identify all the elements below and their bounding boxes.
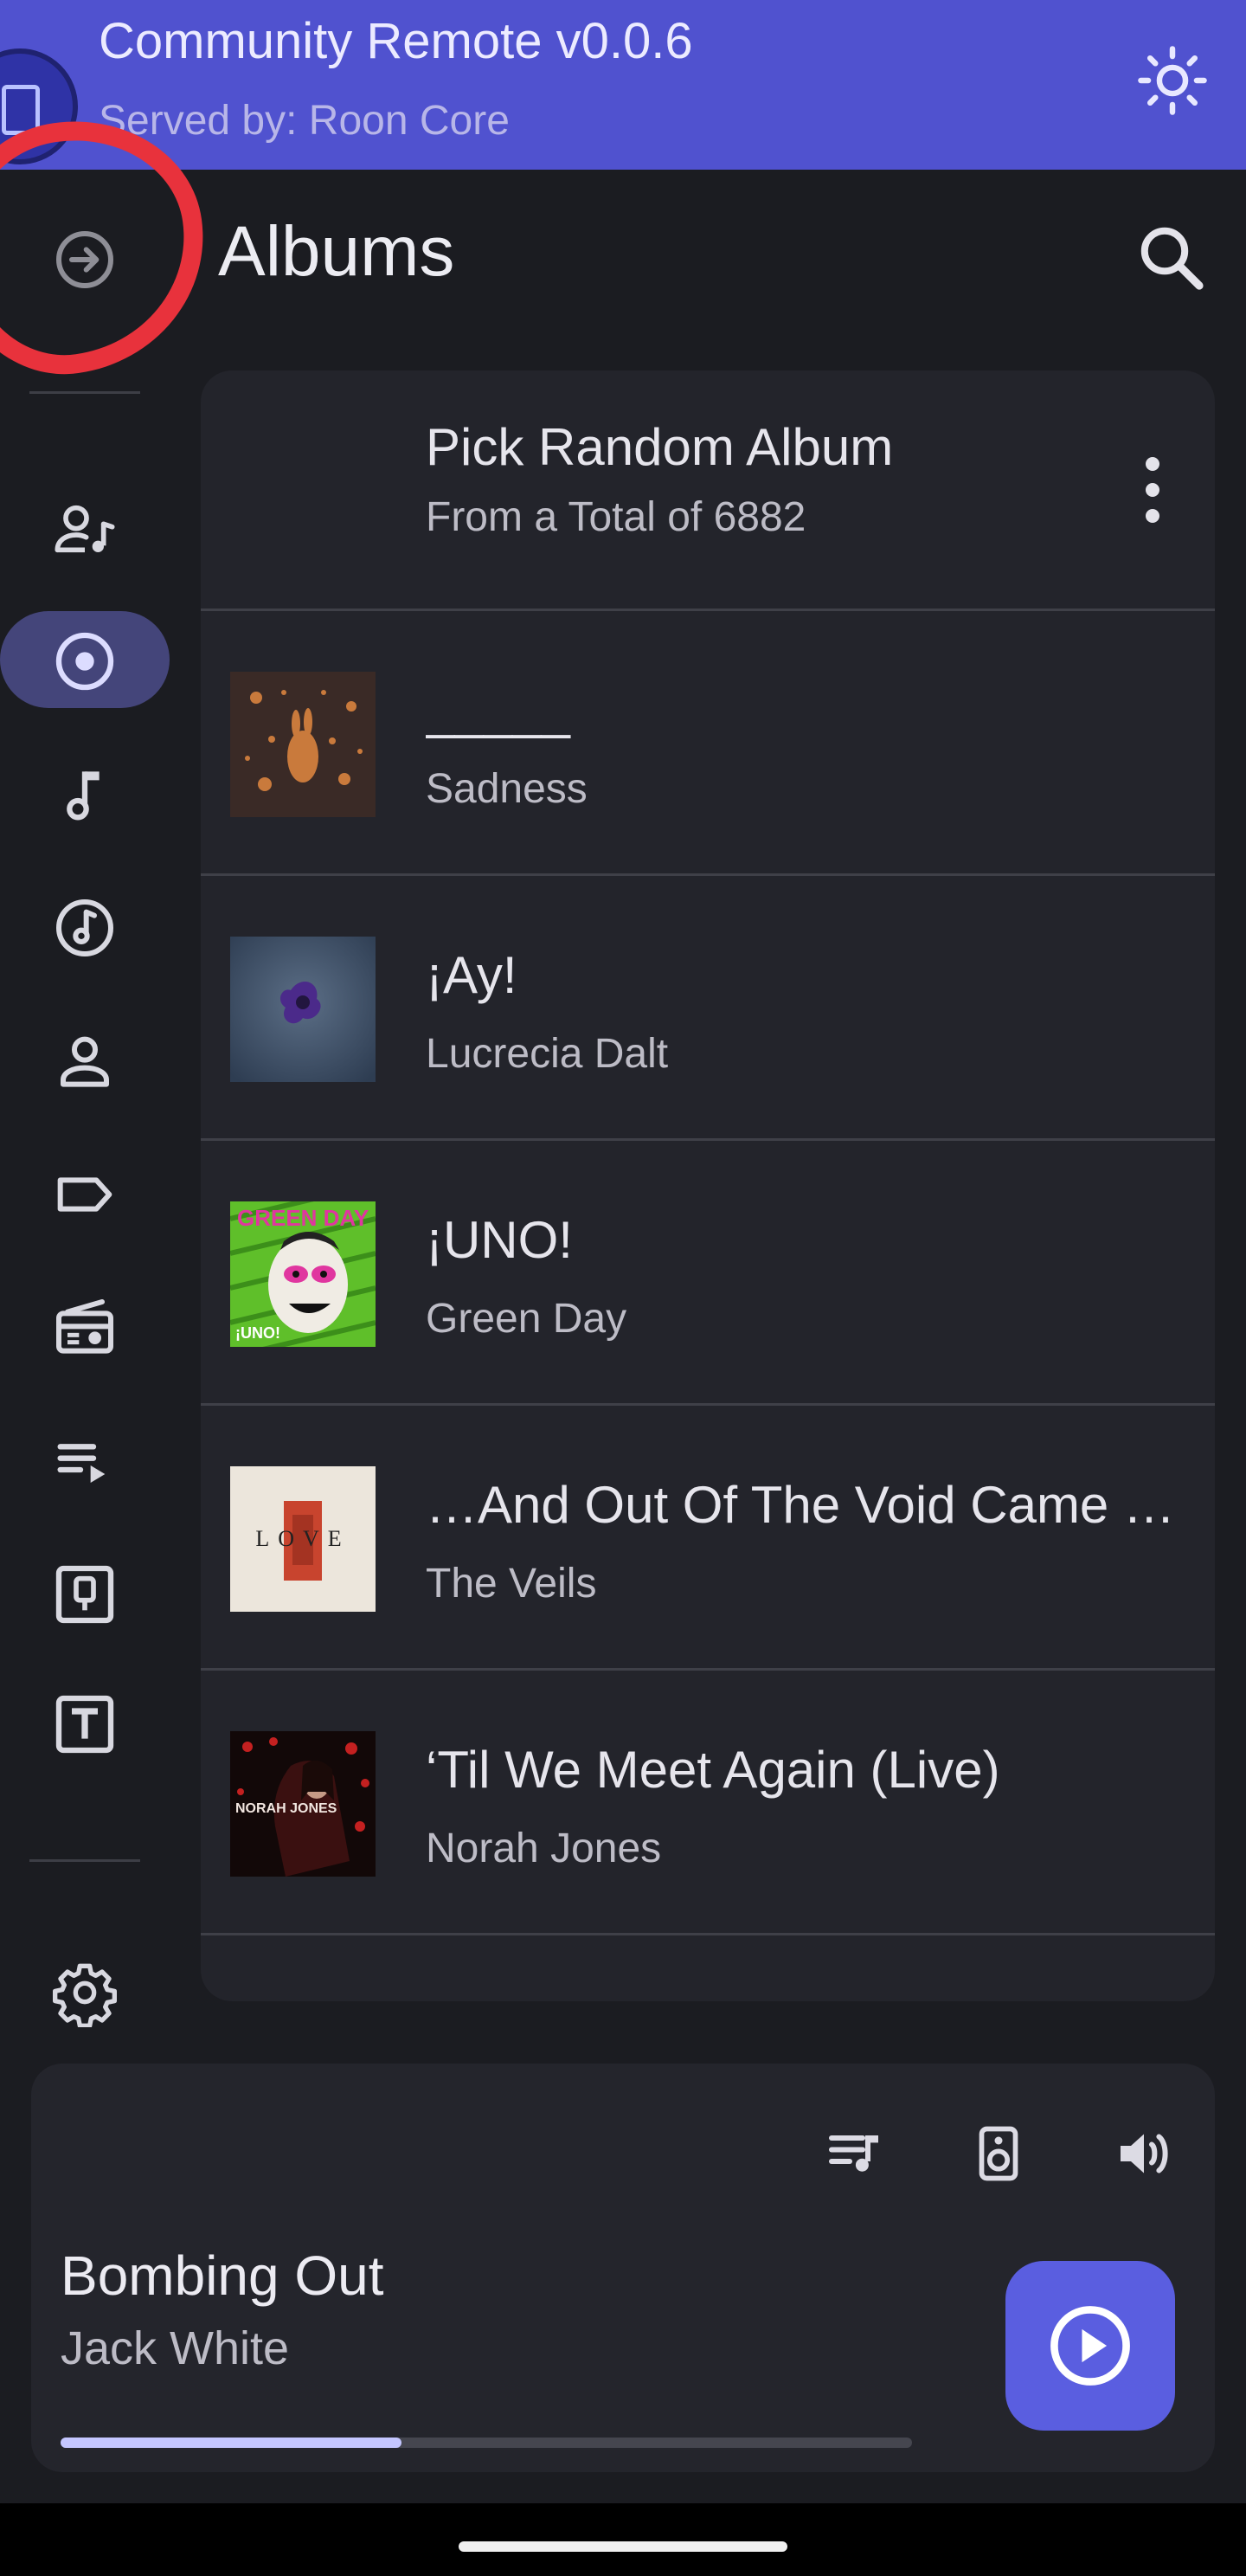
album-row[interactable]: ¡Ay! Lucrecia Dalt	[201, 876, 1215, 1141]
qobuz-icon	[55, 1565, 114, 1624]
rail-item-radio[interactable]	[35, 1278, 135, 1378]
album-artist: Sadness	[426, 766, 588, 812]
rail-item-tags[interactable]	[35, 1144, 135, 1245]
playback-progress[interactable]	[61, 2438, 912, 2448]
random-album-subtitle: From a Total of 6882	[426, 494, 806, 540]
tidal-icon	[55, 1695, 114, 1754]
album-cover: GREEN DAY ¡UNO!	[230, 1201, 376, 1347]
sun-icon	[1138, 46, 1207, 115]
rail-item-tracks[interactable]	[35, 744, 135, 845]
rail-item-playlists[interactable]	[35, 1411, 135, 1511]
cover-subtext: ¡UNO!	[235, 1324, 280, 1342]
more-vert-icon	[1146, 457, 1159, 523]
album-title: ¡Ay!	[426, 946, 517, 1004]
volume-icon	[1121, 2134, 1168, 2174]
music-note-icon	[67, 771, 100, 821]
random-album-row[interactable]: Pick Random Album From a Total of 6882	[201, 370, 1215, 611]
artist-music-icon	[55, 505, 115, 553]
speaker-icon	[979, 2126, 1018, 2181]
queue-music-icon	[829, 2135, 878, 2172]
album-disc-icon	[55, 632, 114, 691]
album-title: …And Out Of The Void Came Love	[426, 1476, 1192, 1534]
search-icon	[1140, 227, 1204, 290]
person-icon	[61, 1036, 109, 1087]
system-navigation-bar	[0, 2503, 1246, 2576]
volume-button[interactable]	[1097, 2107, 1187, 2197]
now-playing-bar: Bombing Out Jack White	[31, 2064, 1215, 2472]
rail-divider	[29, 391, 140, 394]
album-list: Pick Random Album From a Total of 6882 _…	[201, 370, 1215, 2001]
composition-icon	[56, 899, 113, 956]
cover-text: GREEN DAY	[237, 1205, 369, 1231]
album-title: ‘Til We Meet Again (Live)	[426, 1741, 1000, 1799]
served-by-label: Served by: Roon Core	[99, 98, 510, 144]
album-row[interactable]: GREEN DAY ¡UNO! ¡UNO! Green Day	[201, 1141, 1215, 1406]
rail-item-tidal[interactable]	[35, 1674, 135, 1774]
rail-divider	[29, 1859, 140, 1862]
album-title: _____	[426, 681, 570, 739]
album-row[interactable]: _____ Sadness	[201, 611, 1215, 876]
now-playing-title: Bombing Out	[61, 2244, 384, 2307]
app-title: Community Remote v0.0.6	[99, 13, 693, 69]
album-artist: The Veils	[426, 1561, 597, 1607]
album-title: ¡UNO!	[426, 1211, 573, 1269]
queue-button[interactable]	[808, 2107, 898, 2197]
album-cover	[230, 937, 376, 1082]
rail-item-composers[interactable]	[35, 878, 135, 978]
rail-item-albums[interactable]	[35, 611, 135, 712]
tag-icon	[57, 1177, 112, 1212]
gear-icon	[53, 1963, 117, 2027]
random-album-title: Pick Random Album	[426, 418, 894, 476]
album-cover	[230, 672, 376, 817]
play-button[interactable]	[1005, 2261, 1175, 2431]
rail-item-settings[interactable]	[35, 1942, 135, 2043]
album-row[interactable]: NORAH JONES ‘Til We Meet Again (Live) No…	[201, 1671, 1215, 1935]
theme-toggle-button[interactable]	[1135, 43, 1210, 118]
album-artist: Lucrecia Dalt	[426, 1031, 669, 1077]
album-artist: Green Day	[426, 1296, 627, 1342]
cover-text: NORAH JONES	[235, 1801, 337, 1816]
progress-fill	[61, 2438, 401, 2448]
page-title: Albums	[218, 212, 455, 291]
zone-button[interactable]	[952, 2107, 1042, 2197]
rail-item-profile[interactable]	[35, 1011, 135, 1111]
rail-item-qobuz[interactable]	[35, 1544, 135, 1645]
playlist-icon	[57, 1444, 106, 1483]
album-cover: LOVE	[230, 1466, 376, 1612]
album-cover: NORAH JONES	[230, 1731, 376, 1877]
top-app-bar: Community Remote v0.0.6 Served by: Roon …	[0, 0, 1246, 170]
search-button[interactable]	[1130, 216, 1213, 299]
home-indicator[interactable]	[459, 2541, 787, 2552]
rail-item-artists[interactable]	[35, 480, 135, 580]
now-playing-artist: Jack White	[61, 2322, 290, 2374]
radio-icon	[56, 1299, 113, 1354]
more-options-button[interactable]	[1118, 438, 1187, 542]
cover-text: LOVE	[255, 1526, 350, 1551]
album-row[interactable]: LOVE …And Out Of The Void Came Love The …	[201, 1406, 1215, 1671]
album-artist: Norah Jones	[426, 1826, 662, 1871]
play-circle-icon	[1050, 2306, 1130, 2386]
